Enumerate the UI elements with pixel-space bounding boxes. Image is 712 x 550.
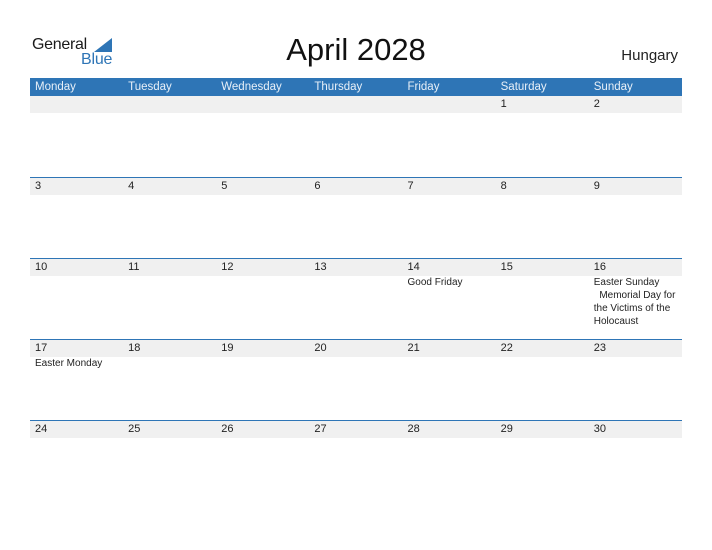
day-cell[interactable]: 14 Good Friday <box>403 259 496 328</box>
day-cell[interactable]: 9 <box>589 178 682 195</box>
day-number: 30 <box>593 423 606 435</box>
day-cell[interactable]: 13 <box>309 259 402 328</box>
week-row: 10 11 12 13 14 Good Friday 15 16 Easter Sunday M… <box>30 258 682 339</box>
holiday-event: Good Friday <box>407 277 463 288</box>
week-row: 24 25 26 27 28 29 30 <box>30 420 682 501</box>
day-number <box>35 96 123 113</box>
day-cell[interactable]: 23 <box>589 340 682 370</box>
day-number: 2 <box>593 98 600 110</box>
day-cell[interactable] <box>216 96 309 113</box>
day-number: 27 <box>314 423 327 435</box>
day-number: 9 <box>593 180 600 192</box>
day-number: 14 <box>407 261 420 273</box>
day-number: 28 <box>407 423 420 435</box>
day-number: 18 <box>128 342 141 354</box>
day-cell[interactable]: 8 <box>496 178 589 195</box>
weekday-friday: Friday <box>407 81 440 93</box>
day-cell[interactable] <box>30 96 123 113</box>
day-number: 26 <box>221 423 234 435</box>
day-cell[interactable]: 26 <box>216 421 309 438</box>
day-number: 29 <box>500 423 513 435</box>
day-cell[interactable]: 3 <box>30 178 123 195</box>
holiday-event: Memorial Day for the Victims of the Holo… <box>593 290 679 327</box>
day-number: 4 <box>128 180 135 192</box>
day-number: 25 <box>128 423 141 435</box>
day-number: 12 <box>221 261 234 273</box>
day-number: 17 <box>35 342 48 354</box>
day-number: 20 <box>314 342 327 354</box>
day-cell[interactable]: 28 <box>403 421 496 438</box>
weekday-monday: Monday <box>35 81 76 93</box>
day-cell[interactable]: 29 <box>496 421 589 438</box>
day-cell[interactable]: 16 Easter Sunday Memorial Day for the Vic… <box>589 259 682 328</box>
day-cell[interactable]: 4 <box>123 178 216 195</box>
day-number: 11 <box>128 261 140 273</box>
weekday-saturday: Saturday <box>500 81 547 93</box>
day-number: 21 <box>407 342 420 354</box>
day-number <box>221 96 309 113</box>
day-cell[interactable]: 22 <box>496 340 589 370</box>
day-number: 13 <box>314 261 327 273</box>
day-number: 7 <box>407 180 414 192</box>
holiday-event: Easter Monday <box>35 358 103 369</box>
weekday-wednesday: Wednesday <box>221 81 282 93</box>
holiday-event: Easter Sunday <box>593 277 660 288</box>
day-number: 6 <box>314 180 321 192</box>
day-number: 1 <box>500 98 507 110</box>
day-cell[interactable]: 21 <box>403 340 496 370</box>
day-number <box>128 96 216 113</box>
weekday-tuesday: Tuesday <box>128 81 172 93</box>
day-number: 23 <box>593 342 606 354</box>
day-number: 3 <box>35 180 42 192</box>
weekday-header: Monday Tuesday Wednesday Thursday Friday Satu… <box>30 78 682 96</box>
day-number: 19 <box>221 342 234 354</box>
day-cell[interactable]: 11 <box>123 259 216 328</box>
day-cell[interactable]: 7 <box>403 178 496 195</box>
day-number: 10 <box>35 261 48 273</box>
day-number: 16 <box>593 261 606 273</box>
day-cell[interactable] <box>123 96 216 113</box>
day-cell[interactable] <box>309 96 402 113</box>
day-cell[interactable]: 18 <box>123 340 216 370</box>
day-number: 22 <box>500 342 513 354</box>
day-cell[interactable]: 12 <box>216 259 309 328</box>
weekday-sunday: Sunday <box>593 81 633 93</box>
week-row: 17 Easter Monday 18 19 20 21 22 23 <box>30 339 682 420</box>
calendar-grid: Monday Tuesday Wednesday Thursday Friday Satu… <box>30 78 682 501</box>
day-number <box>314 96 402 113</box>
day-cell[interactable] <box>403 96 496 113</box>
day-number <box>408 96 496 113</box>
day-cell[interactable]: 24 <box>30 421 123 438</box>
day-number: 8 <box>500 180 507 192</box>
day-cell[interactable]: 25 <box>123 421 216 438</box>
day-cell[interactable]: 15 <box>496 259 589 328</box>
day-cell[interactable]: 5 <box>216 178 309 195</box>
week-row: 3 4 5 6 7 8 9 <box>30 177 682 258</box>
day-cell[interactable]: 6 <box>309 178 402 195</box>
day-number: 24 <box>35 423 48 435</box>
week-row: 12 <box>30 96 682 177</box>
day-number: 5 <box>221 180 228 192</box>
day-number: 15 <box>500 261 513 273</box>
weekday-thursday: Thursday <box>314 81 363 93</box>
day-cell[interactable]: 30 <box>589 421 682 438</box>
country-label: Hungary <box>621 47 678 64</box>
day-cell[interactable]: 20 <box>309 340 402 370</box>
day-cell[interactable]: 19 <box>216 340 309 370</box>
day-cell[interactable]: 2 <box>589 96 682 113</box>
day-cell[interactable]: 10 <box>30 259 123 328</box>
day-cell[interactable]: 1 <box>496 96 589 113</box>
page-title: April 2028 <box>286 32 426 67</box>
day-cell[interactable]: 17 Easter Monday <box>30 340 123 370</box>
day-cell[interactable]: 27 <box>309 421 402 438</box>
